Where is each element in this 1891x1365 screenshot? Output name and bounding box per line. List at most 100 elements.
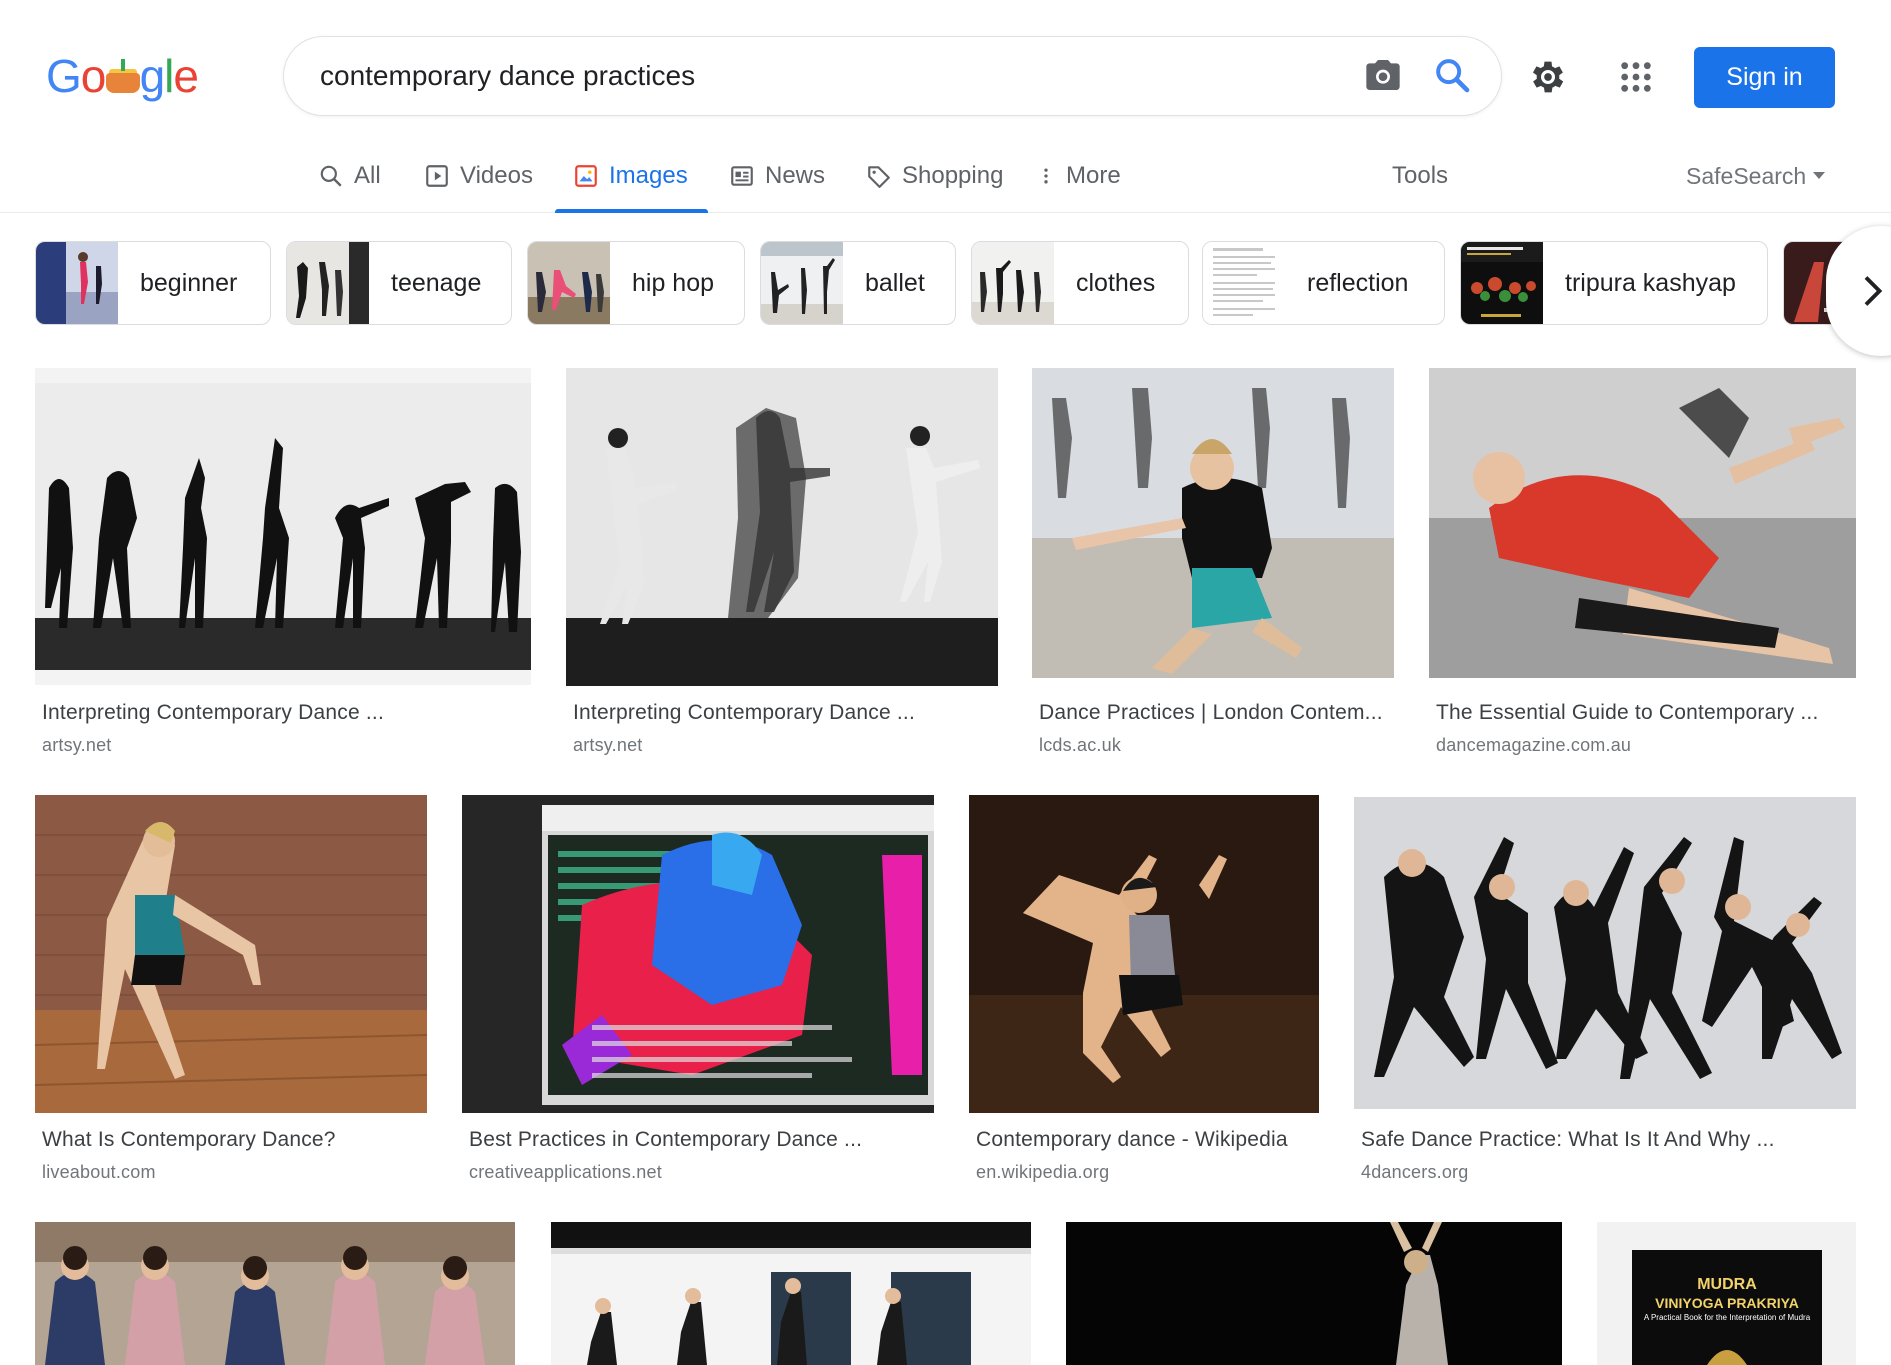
tab-videos[interactable]: Videos — [424, 140, 533, 212]
tab-label: Videos — [460, 162, 533, 189]
result-card[interactable]: Dance Practices | London Contem... lcds.… — [1032, 368, 1394, 762]
tab-label: Shopping — [902, 162, 1004, 189]
newspaper-icon — [731, 166, 753, 186]
book-title-line1: MUDRA — [1697, 1276, 1757, 1293]
logo-letter-g: G — [46, 50, 82, 102]
camera-icon[interactable] — [1363, 55, 1403, 95]
book-subtitle: A Practical Book for the Interpretation … — [1643, 1313, 1811, 1322]
result-image[interactable] — [1032, 368, 1394, 678]
chip-thumbnail — [1461, 242, 1543, 324]
chip-teenage[interactable]: teenage — [286, 241, 512, 325]
sign-in-button[interactable]: Sign in — [1694, 47, 1835, 108]
tab-more[interactable]: More — [1036, 140, 1121, 212]
tag-icon — [868, 166, 890, 188]
result-image[interactable] — [462, 795, 934, 1113]
result-card[interactable]: Safe Dance Practice: What Is It And Why … — [1354, 795, 1856, 1189]
search-icon — [320, 165, 342, 187]
search-box — [283, 36, 1502, 116]
tab-shopping[interactable]: Shopping — [866, 140, 1003, 212]
result-title[interactable]: The Essential Guide to Contemporary ... — [1436, 701, 1851, 725]
chip-label: ballet — [865, 268, 925, 297]
result-source[interactable]: lcds.ac.uk — [1039, 735, 1121, 756]
result-image[interactable] — [969, 795, 1319, 1113]
result-source[interactable]: 4dancers.org — [1361, 1162, 1468, 1183]
result-image[interactable] — [1429, 368, 1856, 678]
google-logo[interactable]: G o g l e — [46, 48, 199, 104]
more-vert-icon — [1044, 168, 1048, 184]
chip-thumbnail — [287, 242, 369, 324]
tools-button[interactable]: Tools — [1392, 140, 1448, 212]
result-card[interactable]: The Essential Guide to Contemporary ... … — [1429, 368, 1856, 762]
dropdown-arrow-icon — [1813, 172, 1826, 179]
result-image[interactable] — [566, 368, 998, 686]
chip-thumbnail — [972, 242, 1054, 324]
tab-images[interactable]: Images — [555, 140, 708, 213]
result-title[interactable]: Interpreting Contemporary Dance ... — [42, 701, 522, 725]
result-title[interactable]: Interpreting Contemporary Dance ... — [573, 701, 993, 725]
book-cover-text: MUDRA VINIYOGA PRAKRIYA A Practical Book… — [1632, 1276, 1822, 1324]
search-tabs: All Videos Images News Shopping More Too… — [0, 140, 1891, 213]
tab-all[interactable]: All — [318, 140, 381, 212]
result-image[interactable] — [1066, 1222, 1562, 1365]
apps-grid-icon[interactable] — [1619, 60, 1653, 94]
result-title[interactable]: Contemporary dance - Wikipedia — [976, 1128, 1316, 1152]
logo-letter-g2: g — [139, 50, 166, 102]
result-image[interactable] — [35, 795, 427, 1113]
tab-label: Images — [609, 162, 688, 189]
result-card[interactable]: Contemporary dance - Wikipedia en.wikipe… — [969, 795, 1319, 1189]
result-image[interactable] — [35, 368, 531, 685]
result-source[interactable]: artsy.net — [42, 735, 112, 756]
chip-thumbnail — [761, 242, 843, 324]
chip-beginner[interactable]: beginner — [35, 241, 271, 325]
result-card[interactable] — [1066, 1222, 1562, 1365]
book-title-line2: VINIYOGA PRAKRIYA — [1655, 1295, 1799, 1311]
logo-letter-o: o — [80, 50, 107, 102]
result-image[interactable] — [1354, 797, 1856, 1109]
chip-label: beginner — [140, 268, 238, 297]
search-input[interactable] — [320, 60, 1300, 92]
result-card[interactable]: MUDRA VINIYOGA PRAKRIYA A Practical Book… — [1597, 1222, 1856, 1365]
chip-clothes[interactable]: clothes — [971, 241, 1189, 325]
chip-label: reflection — [1307, 268, 1409, 297]
chip-reflection[interactable]: reflection — [1202, 241, 1445, 325]
chip-tripura-kashyap[interactable]: tripura kashyap — [1460, 241, 1768, 325]
chip-label: tripura kashyap — [1565, 268, 1736, 297]
tab-label: More — [1066, 162, 1121, 189]
result-source[interactable]: liveabout.com — [42, 1162, 156, 1183]
safesearch-label: SafeSearch — [1686, 162, 1807, 189]
chip-thumbnail — [36, 242, 118, 324]
play-icon — [426, 165, 448, 187]
safesearch-button[interactable]: SafeSearch — [1686, 140, 1826, 212]
chip-thumbnail — [1203, 242, 1285, 324]
result-card[interactable]: Interpreting Contemporary Dance ... arts… — [35, 368, 531, 762]
logo-letter-e: e — [173, 50, 199, 102]
chip-thumbnail — [528, 242, 610, 324]
result-image[interactable] — [551, 1222, 1031, 1365]
result-card[interactable]: Interpreting Contemporary Dance ... arts… — [566, 368, 998, 762]
result-title[interactable]: What Is Contemporary Dance? — [42, 1128, 422, 1152]
birthday-cake-icon — [106, 57, 141, 95]
result-card[interactable]: Best Practices in Contemporary Dance ...… — [462, 795, 934, 1189]
result-title[interactable]: Dance Practices | London Contem... — [1039, 701, 1389, 725]
result-image[interactable] — [35, 1222, 515, 1365]
result-card[interactable]: What Is Contemporary Dance? liveabout.co… — [35, 795, 427, 1189]
result-source[interactable]: creativeapplications.net — [469, 1162, 662, 1183]
chip-ballet[interactable]: ballet — [760, 241, 956, 325]
search-icon[interactable] — [1432, 55, 1472, 95]
gear-icon[interactable] — [1527, 56, 1569, 98]
result-card[interactable] — [35, 1222, 515, 1365]
related-searches: beginner teenage hip hop ballet clothes … — [35, 241, 1891, 325]
result-source[interactable]: artsy.net — [573, 735, 643, 756]
chip-label: teenage — [391, 268, 482, 297]
image-icon — [575, 165, 597, 187]
result-source[interactable]: en.wikipedia.org — [976, 1162, 1109, 1183]
result-title[interactable]: Safe Dance Practice: What Is It And Why … — [1361, 1128, 1851, 1152]
tab-label: News — [765, 162, 826, 189]
tab-news[interactable]: News — [729, 140, 825, 212]
result-card[interactable] — [551, 1222, 1031, 1365]
chip-hip-hop[interactable]: hip hop — [527, 241, 745, 325]
logo-letter-l: l — [164, 50, 174, 102]
result-source[interactable]: dancemagazine.com.au — [1436, 735, 1631, 756]
result-title[interactable]: Best Practices in Contemporary Dance ... — [469, 1128, 929, 1152]
chip-label: clothes — [1076, 268, 1156, 297]
